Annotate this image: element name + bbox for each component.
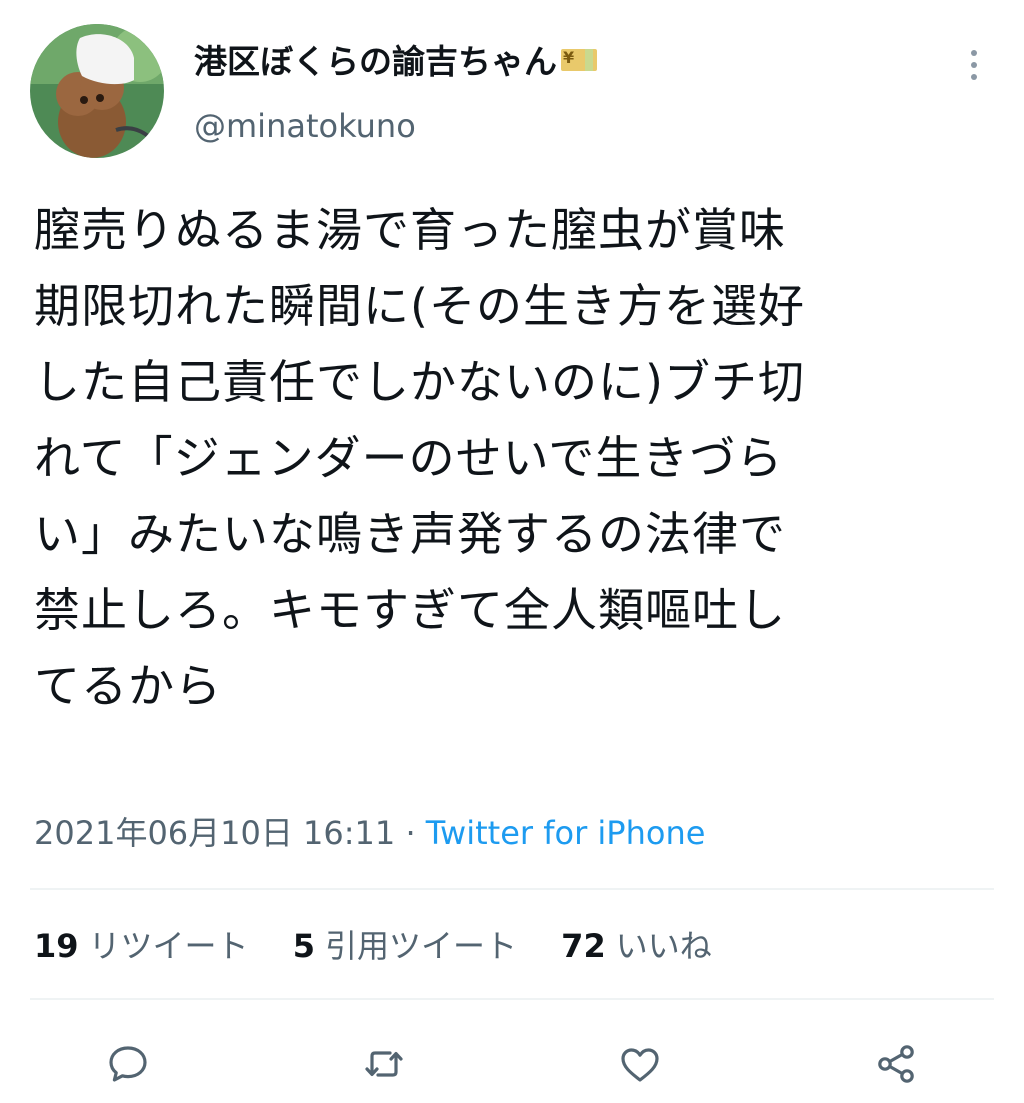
likes-stat[interactable]: 72 いいね (561, 927, 712, 965)
tweet-stats: 19 リツイート 5 引用ツイート 72 いいね (34, 924, 746, 968)
user-handle[interactable]: @minatokuno (194, 106, 416, 146)
retweet-icon (365, 1051, 403, 1077)
divider (30, 998, 994, 1000)
likes-label: いいね (615, 927, 712, 965)
retweet-button[interactable] (356, 1036, 412, 1092)
retweets-count: 19 (34, 927, 79, 965)
display-name[interactable]: 港区ぼくらの諭吉ちゃん ¥ (194, 40, 599, 84)
tweet-text-line: れて「ジェンダーのせいで生きづら (34, 431, 784, 485)
like-button[interactable] (612, 1036, 668, 1092)
reply-button[interactable] (100, 1036, 156, 1092)
more-options-button[interactable] (958, 40, 990, 90)
tweet-source-link[interactable]: Twitter for iPhone (426, 814, 706, 852)
tweet-text-line: い」みたいな鳴き声発するの法律で (34, 507, 786, 561)
tweet-meta: 2021年06月10日 16:11 · Twitter for iPhone (34, 810, 705, 856)
likes-count: 72 (561, 927, 606, 965)
like-icon (621, 1048, 659, 1082)
avatar-image (30, 24, 164, 158)
quotes-label: 引用ツイート (324, 927, 517, 965)
display-name-text: 港区ぼくらの諭吉ちゃん (194, 42, 557, 81)
share-icon (878, 1045, 914, 1083)
svg-text:¥: ¥ (563, 48, 574, 67)
avatar[interactable] (30, 24, 164, 158)
tweet-text-line: 期限切れた瞬間に(その生き方を選好 (34, 279, 805, 333)
tweet-text-line: 禁止しろ。キモすぎて全人類嘔吐し (34, 583, 786, 637)
retweets-stat[interactable]: 19 リツイート (34, 927, 249, 965)
quotes-count: 5 (292, 927, 315, 965)
more-dot-icon (971, 50, 977, 56)
more-dot-icon (971, 74, 977, 80)
share-button[interactable] (868, 1036, 924, 1092)
yen-banknote-icon: ¥ (559, 43, 599, 77)
reply-icon (109, 1046, 147, 1082)
more-dot-icon (971, 62, 977, 68)
tweet-text: 膣売りぬるま湯で育った膣虫が賞味 期限切れた瞬間に(その生き方を選好 した自己責… (34, 192, 994, 724)
meta-separator: · (395, 814, 426, 852)
tweet-text-line: 膣売りぬるま湯で育った膣虫が賞味 (34, 203, 786, 257)
divider (30, 888, 994, 890)
retweets-label: リツイート (88, 927, 249, 965)
quotes-stat[interactable]: 5 引用ツイート (293, 927, 517, 965)
tweet-timestamp[interactable]: 2021年06月10日 16:11 (34, 814, 395, 852)
tweet-text-line: てるから (34, 659, 222, 713)
tweet-text-line: した自己責任でしかないのに)ブチ切 (34, 355, 805, 409)
